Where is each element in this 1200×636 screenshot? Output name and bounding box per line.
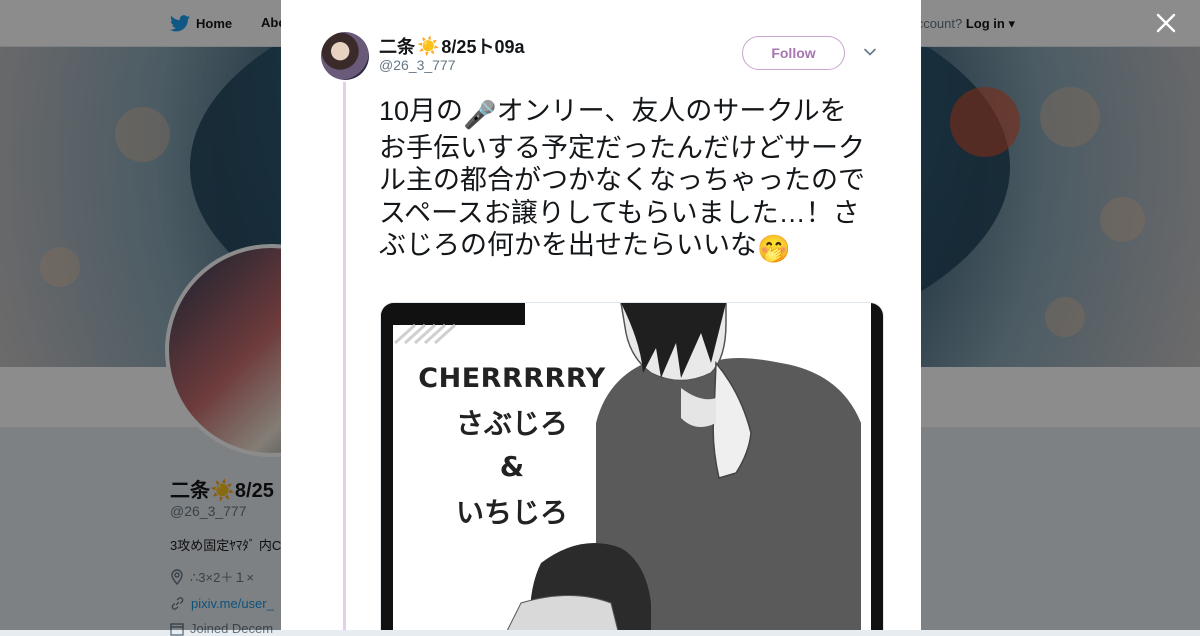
image-line-2: & <box>499 450 525 483</box>
thread-line <box>343 82 346 630</box>
sun-emoji-icon: ☀️ <box>417 35 440 56</box>
tweet-text: 10月の🎤オンリー、友人のサークルをお手伝いする予定だったんだけどサークル主の都… <box>379 95 869 266</box>
image-line-3: いちじろ <box>455 496 568 529</box>
chevron-down-icon[interactable] <box>864 46 876 58</box>
author-name[interactable]: 二条 ☀️ 8/25ト09a <box>379 33 525 59</box>
author-name-suffix: 8/25ト09a <box>441 37 525 57</box>
author-avatar[interactable] <box>321 32 369 80</box>
follow-button[interactable]: Follow <box>742 36 845 70</box>
author-handle[interactable]: @26_3_777 <box>379 57 456 73</box>
face-with-hand-over-mouth-emoji-icon: 🤭 <box>757 234 791 264</box>
image-caption: CHERRRRRY さぶじろ & いちじろ <box>407 363 617 531</box>
tweet-image[interactable]: CHERRRRRY さぶじろ & いちじろ <box>380 302 884 630</box>
tweet-modal: 二条 ☀️ 8/25ト09a @26_3_777 Follow 10月の🎤オンリ… <box>281 0 921 630</box>
image-title: CHERRRRRY <box>418 363 606 394</box>
author-display-name: 二条 <box>379 37 415 57</box>
image-line-1: さぶじろ <box>455 407 568 440</box>
close-icon[interactable] <box>1154 12 1178 36</box>
tweet-text-start: 10月の <box>379 96 464 126</box>
microphone-emoji-icon: 🎤 <box>463 100 497 130</box>
